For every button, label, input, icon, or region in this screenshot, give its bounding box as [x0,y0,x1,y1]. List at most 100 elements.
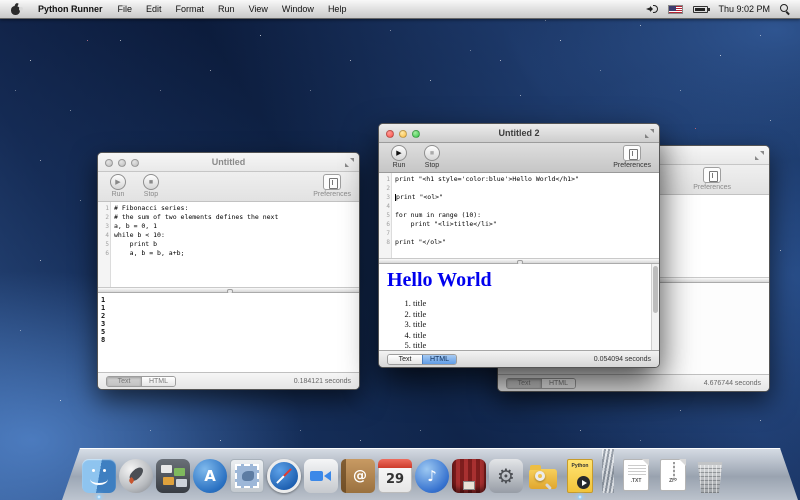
run-time: 4.676744 seconds [704,380,761,387]
line-number: 1 [98,204,111,213]
dock-item-finder[interactable] [82,459,116,493]
rendered-heading: Hello World [387,269,659,292]
run-button[interactable]: ▶ Run [387,145,411,169]
line-number: 6 [379,220,392,229]
dock-item-search[interactable] [526,459,560,493]
line-number: 1 [379,175,392,184]
menu-item[interactable]: Edit [139,4,169,14]
code-text: for num in range (10): [392,211,481,220]
menu-item[interactable]: Format [169,4,212,14]
dock-item-trash[interactable] [693,459,727,493]
dock-item-launchpad[interactable] [119,459,153,493]
code-line: 7 [379,229,659,238]
menu-clock[interactable]: Thu 9:02 PM [718,4,770,14]
menu-item[interactable]: Window [275,4,321,14]
code-text: a, b = 0, 1 [111,222,157,231]
fullscreen-icon[interactable] [345,158,354,167]
dock: A @ 29 [0,448,800,500]
preferences-button[interactable]: Preferences [613,145,651,169]
code-text [392,184,395,193]
code-text: print "<h1 style='color:blue'>Hello Worl… [392,175,579,184]
stop-button[interactable]: ■ Stop [420,145,444,169]
code-line: 8 print "</ol>" [379,238,659,247]
close-button[interactable] [386,130,394,138]
battery-icon[interactable] [693,6,708,13]
dock-item-txt-document[interactable]: .TXT [619,459,653,493]
menu-item[interactable]: File [111,4,140,14]
play-badge-icon [577,476,590,489]
spotlight-icon[interactable] [780,4,790,14]
traffic-lights [105,159,139,167]
window-untitled-1: Untitled ▶ Run ■ Stop Preferences [97,152,360,390]
titlebar[interactable]: Untitled 2 [379,124,659,143]
output-line: 2 [98,312,359,320]
dock-item-itunes[interactable]: ♪ [415,459,449,493]
play-icon: ▶ [110,174,126,190]
output-pane[interactable]: 112358 [98,293,359,372]
launchpad-rocket-icon [119,459,153,493]
dock-item-address-book[interactable]: @ [341,459,375,493]
dock-item-system-preferences[interactable]: ⚙ [489,459,523,493]
rendered-list-item: title [413,330,659,341]
volume-icon[interactable] [646,4,658,14]
dock-item-mission-control[interactable] [156,459,190,493]
code-text: print "<li>title</li>" [392,220,497,229]
dock-item-python-runner[interactable]: Python [563,459,597,493]
output-pane[interactable]: Hello World titletitletitletitletitletit… [379,264,659,350]
line-number: 8 [379,238,392,247]
line-number: 6 [98,249,111,258]
dock-item-photo-booth[interactable] [452,459,486,493]
zoom-button[interactable] [131,159,139,167]
titlebar[interactable]: Untitled [98,153,359,172]
tab-html[interactable]: HTML [541,379,575,388]
tab-text[interactable]: Text [507,379,541,388]
dock-item-facetime[interactable] [304,459,338,493]
code-editor[interactable]: 1 # Fibonacci series: 2 # the sum of two… [98,202,359,287]
code-text: a, b = b, a+b; [111,249,184,258]
stop-icon: ■ [424,145,440,161]
minimize-button[interactable] [118,159,126,167]
menu-item[interactable]: Help [321,4,354,14]
code-text: print b [111,240,157,249]
zoom-button[interactable] [412,130,420,138]
menu-item[interactable]: View [242,4,275,14]
rendered-list: titletitletitletitletitletitle [387,298,659,350]
fullscreen-icon[interactable] [645,129,654,138]
tab-text[interactable]: Text [388,355,422,364]
dock-separator [602,449,614,493]
run-time: 0.184121 seconds [294,378,351,385]
tab-text[interactable]: Text [107,377,141,386]
menu-items: FileEditFormatRunViewWindowHelp [111,4,354,14]
menu-item[interactable]: Run [211,4,242,14]
close-button[interactable] [105,159,113,167]
tab-html[interactable]: HTML [422,355,456,364]
code-text [392,202,395,211]
run-button[interactable]: ▶ Run [106,174,130,198]
code-line: 5 print b [98,240,359,249]
preferences-button[interactable]: Preferences [693,167,731,191]
menu-app-name[interactable]: Python Runner [30,4,111,14]
code-line: 3 a, b = 0, 1 [98,222,359,231]
scrollbar-thumb[interactable] [653,266,658,313]
code-line: 6 print "<li>title</li>" [379,220,659,229]
code-editor[interactable]: 1 print "<h1 style='color:blue'>Hello Wo… [379,173,659,258]
preferences-button[interactable]: Preferences [313,174,351,198]
mission-control-icon [156,459,190,493]
dock-item-app-store[interactable]: A [193,459,227,493]
fullscreen-icon[interactable] [755,151,764,160]
address-book-icon: @ [341,459,375,493]
scrollbar[interactable] [651,264,659,350]
minimize-button[interactable] [399,130,407,138]
dock-item-safari[interactable] [267,459,301,493]
photo-booth-curtain-icon [452,459,486,493]
tab-html[interactable]: HTML [141,377,175,386]
stop-button[interactable]: ■ Stop [139,174,163,198]
apple-menu-icon[interactable] [10,4,21,15]
mail-stamp-icon [230,459,264,493]
dock-item-zip-document[interactable]: ZIP [656,459,690,493]
code-line: 1 # Fibonacci series: [98,204,359,213]
desktop: Python Runner FileEditFormatRunViewWindo… [0,0,800,500]
input-language-flag-icon[interactable] [668,5,683,14]
dock-item-ical[interactable]: 29 [378,459,412,493]
dock-item-mail[interactable] [230,459,264,493]
